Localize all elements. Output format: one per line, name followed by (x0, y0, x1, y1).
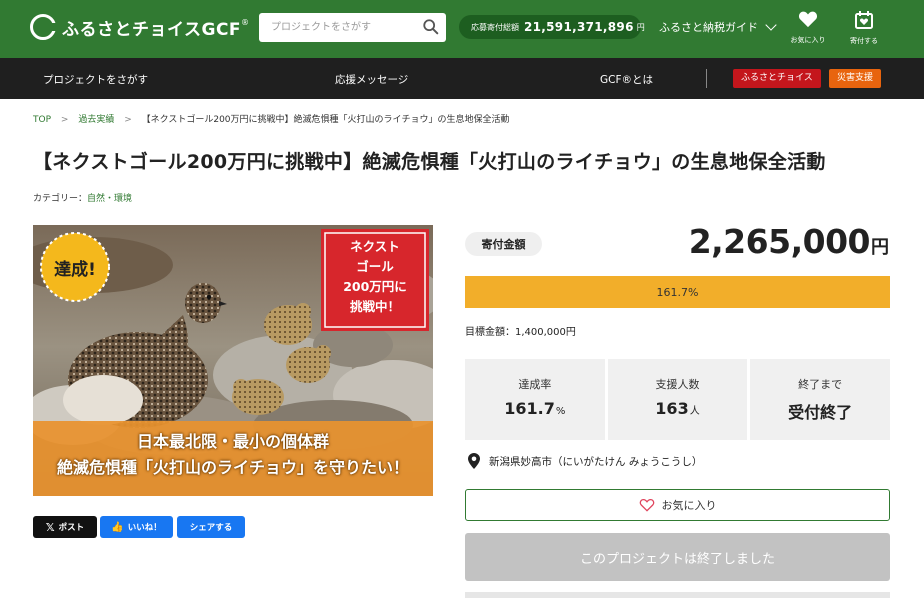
site-logo[interactable]: ふるさとチョイスGCF ® (30, 14, 249, 40)
like-label: いいね！ (127, 523, 162, 533)
stat-rate-unit: % (555, 406, 566, 417)
disaster-support-badge[interactable]: 災害支援 (829, 69, 882, 88)
furusato-guide-menu[interactable]: ふるさと納税ガイド (659, 19, 777, 35)
category-label: カテゴリー： (33, 194, 88, 204)
progress-bar: 161.7% (465, 276, 890, 308)
x-post-button[interactable]: 𝕏 ポスト (33, 516, 97, 538)
category-link[interactable]: 自然・環境 (87, 194, 132, 204)
stat-achievement-rate: 達成率 161.7% (465, 359, 605, 440)
favorite-button-label: お気に入り (661, 499, 717, 512)
favorites-link[interactable]: お気に入り (783, 10, 833, 45)
stat-supporters-value: 163 (655, 399, 689, 418)
hero-caption: 日本最北限・最小の個体群 絶滅危惧種「火打山のライチョウ」を守りたい！ (33, 430, 433, 482)
stat-time-left: 終了まで 受付終了 (750, 359, 891, 440)
stats-panel: 達成率 161.7% 支援人数 163人 終了まで 受付終了 (465, 359, 891, 440)
donate-icon (855, 11, 873, 29)
next-goal-line2: ゴール (356, 259, 394, 274)
next-goal-box: ネクスト ゴール 200万円に 挑戦中！ (325, 237, 425, 317)
facebook-share-button[interactable]: シェアする (177, 516, 245, 538)
logo-text: ふるさとチョイスGCF (62, 19, 242, 40)
total-donations-label: 応募寄付総額 (471, 22, 519, 32)
guide-label: ふるさと納税ガイド (659, 21, 758, 34)
nav-about-gcf[interactable]: GCF®とは (600, 72, 653, 87)
total-donations-badge: 応募寄付総額 21,591,371,896 円 (459, 15, 645, 39)
donation-amount-unit: 円 (871, 237, 889, 258)
search-icon[interactable] (422, 18, 440, 36)
next-goal-line4: 挑戦中！ (349, 299, 400, 314)
heart-icon (798, 11, 818, 28)
target-amount: 目標金額：1,400,000円 (465, 327, 576, 338)
breadcrumb-current: 【ネクストゴール200万円に挑戦中】絶滅危惧種「火打山のライチョウ」の生息地保全… (141, 115, 510, 125)
stat-supporters-label: 支援人数 (655, 378, 700, 391)
stat-supporters-value-wrap: 163人 (608, 399, 748, 418)
breadcrumb-separator-icon: > (124, 115, 132, 125)
next-goal-line3: 200万円に (343, 279, 407, 294)
project-ended-button: このプロジェクトは終了しました (465, 533, 890, 581)
stat-supporters: 支援人数 163人 (607, 359, 748, 440)
stat-time-value: 受付終了 (788, 403, 853, 422)
search-box (259, 13, 446, 42)
stat-time-label: 終了まで (798, 378, 843, 391)
total-donations-unit: 円 (636, 22, 645, 32)
furusato-choice-badge[interactable]: ふるさとチョイス (733, 69, 821, 88)
donate-link[interactable]: 寄付する (839, 10, 889, 46)
search-input[interactable] (259, 13, 419, 42)
next-section-edge (465, 592, 890, 598)
nav-divider (706, 69, 707, 88)
hero-caption-line1: 日本最北限・最小の個体群 (136, 432, 329, 451)
achieved-badge: 達成! (54, 260, 96, 280)
top-header: ふるさとチョイスGCF ® 応募寄付総額 21,591,371,896 円 ふる… (0, 0, 924, 58)
next-goal-line1: ネクスト (350, 239, 400, 254)
breadcrumb: TOP > 過去実績 > 【ネクストゴール200万円に挑戦中】絶滅危惧種「火打山… (33, 112, 510, 125)
project-location: 新潟県妙高市（にいがたけん みょうこうし） (468, 453, 702, 469)
total-donations-value: 21,591,371,896 (524, 20, 634, 34)
breadcrumb-top[interactable]: TOP (33, 115, 51, 125)
category: カテゴリー：自然・環境 (33, 191, 132, 204)
stat-rate-value-wrap: 161.7% (465, 399, 605, 418)
stat-rate-value: 161.7 (504, 399, 555, 418)
stat-rate-label: 達成率 (518, 378, 552, 391)
heart-outline-icon (639, 499, 654, 512)
location-text: 新潟県妙高市（にいがたけん みょうこうし） (489, 455, 703, 468)
donate-label: 寄付する (850, 37, 878, 45)
main-nav: プロジェクトをさがす 応援メッセージ GCF®とは ふるさとチョイス 災害支援 (0, 58, 924, 99)
x-logo-icon: 𝕏 (45, 520, 55, 534)
favorites-label: お気に入り (790, 36, 826, 44)
logo-registered-mark: ® (241, 17, 250, 27)
thumbs-up-icon: 👍 (111, 521, 124, 533)
map-pin-icon (468, 453, 480, 469)
facebook-like-button[interactable]: 👍 いいね！ (100, 516, 173, 538)
amount-label-pill: 寄付金額 (465, 232, 542, 256)
x-post-label: ポスト (58, 523, 85, 533)
donation-amount: 2,265,000円 (689, 222, 889, 261)
stat-supporters-unit: 人 (689, 406, 700, 417)
progress-percent: 161.7% (656, 285, 699, 299)
chevron-down-icon (765, 19, 777, 31)
hero-caption-line2: 絶滅危惧種「火打山のライチョウ」を守りたい！ (56, 458, 409, 477)
nav-find-projects[interactable]: プロジェクトをさがす (43, 72, 148, 87)
breadcrumb-past[interactable]: 過去実績 (78, 115, 114, 125)
share-label: シェアする (189, 523, 233, 533)
project-hero-image: 達成! ネクスト ゴール 200万円に 挑戦中！ 日本最北限・最小の個体群 絶滅… (33, 225, 433, 496)
breadcrumb-separator-icon: > (60, 115, 69, 125)
donation-amount-value: 2,265,000 (688, 222, 871, 261)
page-title: 【ネクストゴール200万円に挑戦中】絶滅危惧種「火打山のライチョウ」の生息地保全… (33, 151, 826, 173)
add-favorite-button[interactable]: お気に入り (465, 489, 890, 521)
nav-support-messages[interactable]: 応援メッセージ (335, 72, 408, 87)
logo-mark-icon (30, 14, 57, 40)
